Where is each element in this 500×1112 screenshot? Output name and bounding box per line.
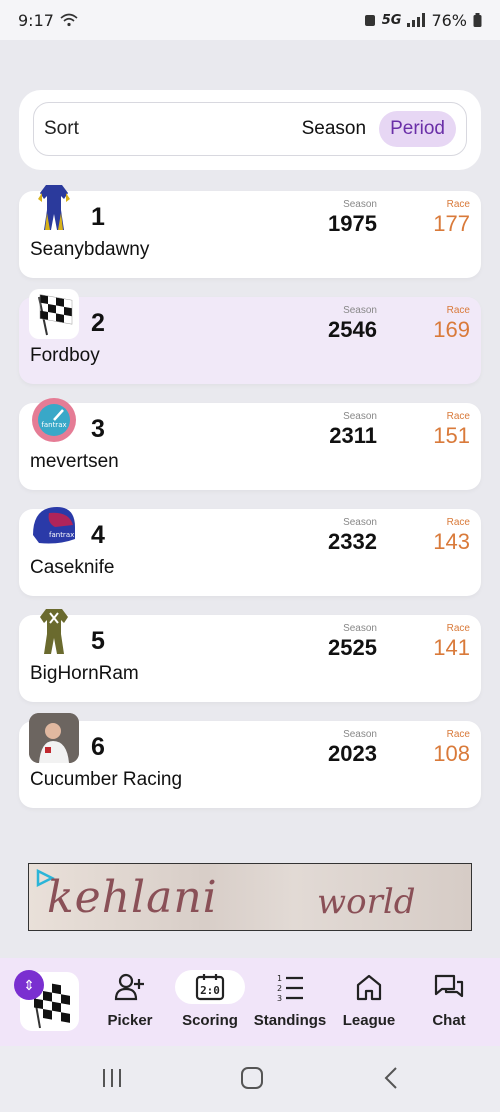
svg-text:3: 3 <box>277 994 282 1002</box>
helmet-icon: fantrax <box>29 501 79 551</box>
race-label: Race <box>446 305 470 316</box>
player-name: BigHornRam <box>30 663 139 684</box>
race-score: 141 <box>433 635 470 660</box>
svg-text:2:0: 2:0 <box>200 984 220 997</box>
nav-label: Standings <box>253 1012 327 1029</box>
race-label: Race <box>446 729 470 740</box>
firesuit-green-icon <box>29 607 79 657</box>
season-label: Season <box>343 517 377 528</box>
standings-row[interactable]: 1 Seanybdawny Season Race 1975 177 <box>19 185 481 278</box>
rank-number: 6 <box>91 733 105 761</box>
player-name: Caseknife <box>30 557 115 578</box>
ranked-list-icon: 123 <box>255 970 325 1004</box>
ad-text-left: kehlani <box>47 872 218 923</box>
nav-label: Scoring <box>182 1012 238 1029</box>
standings-row[interactable]: 2 Fordboy Season Race 2546 169 <box>19 289 481 384</box>
rank-number: 2 <box>91 309 105 337</box>
checkered-flag-icon <box>29 289 79 339</box>
nav-league[interactable]: League <box>329 970 409 1040</box>
player-name: mevertsen <box>30 451 119 472</box>
nav-chat[interactable]: Chat <box>409 970 489 1040</box>
season-score: 2332 <box>328 529 377 554</box>
sort-label: Sort <box>44 118 79 139</box>
race-score: 143 <box>433 529 470 554</box>
sort-card: Sort Season Period <box>19 90 481 170</box>
season-label: Season <box>343 729 377 740</box>
season-score: 2023 <box>328 741 377 766</box>
wifi-icon <box>60 13 78 27</box>
race-label: Race <box>446 411 470 422</box>
race-label: Race <box>446 517 470 528</box>
notification-icon <box>364 15 375 26</box>
home-icon <box>334 970 404 1004</box>
status-bar: 9:17 5G 76% <box>0 0 500 40</box>
signal-icon <box>407 13 426 27</box>
svg-text:fantrax: fantrax <box>41 421 66 429</box>
bottom-nav: ⇕ Picker 2:0 Scoring 123 Standings Leagu… <box>0 958 500 1046</box>
standings-row[interactable]: fantrax 4 Caseknife Season Race 2332 143 <box>19 507 481 596</box>
season-score: 1975 <box>328 211 377 236</box>
chat-icon <box>414 970 484 1004</box>
svg-text:fantrax: fantrax <box>49 531 74 539</box>
ad-banner[interactable]: kehlani world tour <box>28 863 472 931</box>
rank-number: 5 <box>91 627 105 655</box>
back-icon[interactable] <box>380 1066 404 1090</box>
season-score: 2546 <box>328 317 377 342</box>
network-label: 5G <box>381 12 402 28</box>
season-label: Season <box>343 199 377 210</box>
status-time: 9:17 <box>18 10 54 30</box>
player-name: Fordboy <box>30 345 100 366</box>
nav-picker[interactable]: Picker <box>90 970 170 1040</box>
race-score: 177 <box>433 211 470 236</box>
race-label: Race <box>446 199 470 210</box>
race-score: 108 <box>433 741 470 766</box>
add-person-icon <box>95 970 165 1004</box>
race-score: 151 <box>433 423 470 448</box>
sort-control: Sort Season Period <box>33 102 467 156</box>
battery-percent: 76% <box>431 10 467 30</box>
race-label: Race <box>446 623 470 634</box>
season-label: Season <box>343 623 377 634</box>
svg-text:2: 2 <box>277 984 282 993</box>
home-button-icon[interactable] <box>240 1066 264 1090</box>
battery-icon <box>473 13 482 27</box>
recents-icon[interactable] <box>100 1066 124 1090</box>
nav-label: Chat <box>432 1012 466 1029</box>
firesuit-blue-icon <box>29 183 79 233</box>
sort-option-season[interactable]: Season <box>291 111 377 147</box>
season-label: Season <box>343 411 377 422</box>
expand-toggle-icon[interactable]: ⇕ <box>14 970 44 1000</box>
standings-row[interactable]: 5 BigHornRam Season Race 2525 141 <box>19 609 481 702</box>
standings-row[interactable]: fantrax 3 mevertsen Season Race 2311 151 <box>19 398 481 490</box>
rank-number: 1 <box>91 203 105 231</box>
nav-label: Picker <box>107 1012 153 1029</box>
driver-photo <box>29 713 79 763</box>
rank-number: 4 <box>91 521 105 549</box>
ad-text-right: world tour <box>317 882 416 930</box>
race-score: 169 <box>433 317 470 342</box>
svg-text:1: 1 <box>277 974 282 983</box>
player-name: Seanybdawny <box>30 239 150 260</box>
scoreboard-icon: 2:0 <box>175 970 245 1004</box>
season-score: 2525 <box>328 635 377 660</box>
nav-standings[interactable]: 123 Standings <box>250 970 330 1040</box>
nav-label: League <box>342 1012 396 1029</box>
system-nav-bar <box>0 1046 500 1112</box>
rank-number: 3 <box>91 415 105 443</box>
nav-scoring[interactable]: 2:0 Scoring <box>170 970 250 1040</box>
tachometer-icon: fantrax <box>29 395 79 445</box>
season-label: Season <box>343 305 377 316</box>
sort-option-period[interactable]: Period <box>379 111 456 147</box>
player-name: Cucumber Racing <box>30 769 183 790</box>
season-score: 2311 <box>329 423 377 448</box>
standings-row[interactable]: 6 Cucumber Racing Season Race 2023 108 <box>19 713 481 808</box>
